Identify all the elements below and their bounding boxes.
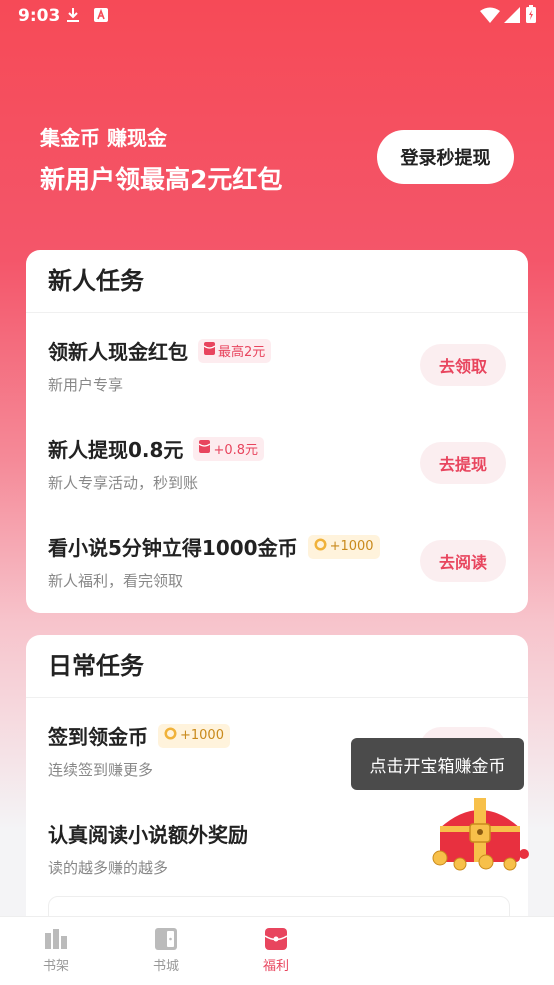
task-name: 认真阅读小说额外奖励 xyxy=(48,823,248,847)
task-name: 新人提现0.8元 xyxy=(48,438,184,462)
tab-label: 福利 xyxy=(262,959,289,974)
bottom-tab-bar: 书架 书城 福利 xyxy=(0,916,554,985)
new-tasks-card: 新人任务 领新人现金红包 最高2元 新用户专享 去领取 新人提现0.8元 +0.… xyxy=(26,250,528,613)
download-icon xyxy=(66,7,80,27)
daily-tasks-title: 日常任务 xyxy=(26,635,528,698)
tab-label: 书架 xyxy=(42,959,69,974)
task-item: 领新人现金红包 最高2元 新用户专享 去领取 xyxy=(26,314,528,412)
gold-coin-icon xyxy=(314,538,327,555)
treasure-chest-icon xyxy=(432,798,529,876)
battery-icon xyxy=(526,5,536,27)
bookstore-icon xyxy=(154,927,178,951)
reward-badge: +1000 xyxy=(307,534,380,559)
treasure-chest-button[interactable] xyxy=(426,792,534,882)
wifi-icon xyxy=(480,7,500,27)
hero-subtitle: 新用户领最高2元红包 xyxy=(40,165,283,194)
status-bar: 9:03 xyxy=(0,0,554,32)
red-packet-icon xyxy=(199,440,211,457)
hero-title: 集金币 赚现金 xyxy=(40,126,167,150)
bookshelf-icon xyxy=(44,927,68,951)
task-name: 领新人现金红包 xyxy=(48,340,188,364)
task-item: 新人提现0.8元 +0.8元 新人专享活动，秒到账 去提现 xyxy=(26,412,528,510)
signal-icon xyxy=(504,7,520,27)
tab-welfare[interactable]: 福利 xyxy=(226,917,326,985)
login-withdraw-button[interactable]: 登录秒提现 xyxy=(377,130,514,184)
claim-redpacket-button[interactable]: 去领取 xyxy=(420,344,506,386)
tab-label: 书城 xyxy=(152,959,179,974)
task-description: 连续签到赚更多 xyxy=(48,761,154,779)
read-button[interactable]: 去阅读 xyxy=(420,540,506,582)
new-tasks-title: 新人任务 xyxy=(26,250,528,313)
withdraw-button[interactable]: 去提现 xyxy=(420,442,506,484)
task-description: 读的越多赚的越多 xyxy=(48,859,169,877)
task-description: 新用户专享 xyxy=(48,376,124,394)
app-notification-icon xyxy=(94,7,108,26)
task-description: 新人福利，看完领取 xyxy=(48,572,184,590)
reward-badge: 最高2元 xyxy=(198,338,272,363)
treasure-tooltip: 点击开宝箱赚金币 xyxy=(351,738,524,790)
reward-badge: +1000 xyxy=(158,723,230,748)
red-packet-icon xyxy=(203,342,216,359)
status-time: 9:03 xyxy=(18,6,61,26)
reward-badge: +0.8元 xyxy=(193,436,265,461)
task-description: 新人专享活动，秒到账 xyxy=(48,474,199,492)
task-name: 看小说5分钟立得1000金币 xyxy=(48,536,298,560)
tab-bookshelf[interactable]: 书架 xyxy=(6,917,106,985)
tab-bookstore[interactable]: 书城 xyxy=(116,917,216,985)
welfare-icon xyxy=(264,927,288,951)
task-name: 签到领金币 xyxy=(48,725,148,749)
gold-coin-icon xyxy=(164,727,177,744)
task-item: 看小说5分钟立得1000金币 +1000 新人福利，看完领取 去阅读 xyxy=(26,510,528,608)
